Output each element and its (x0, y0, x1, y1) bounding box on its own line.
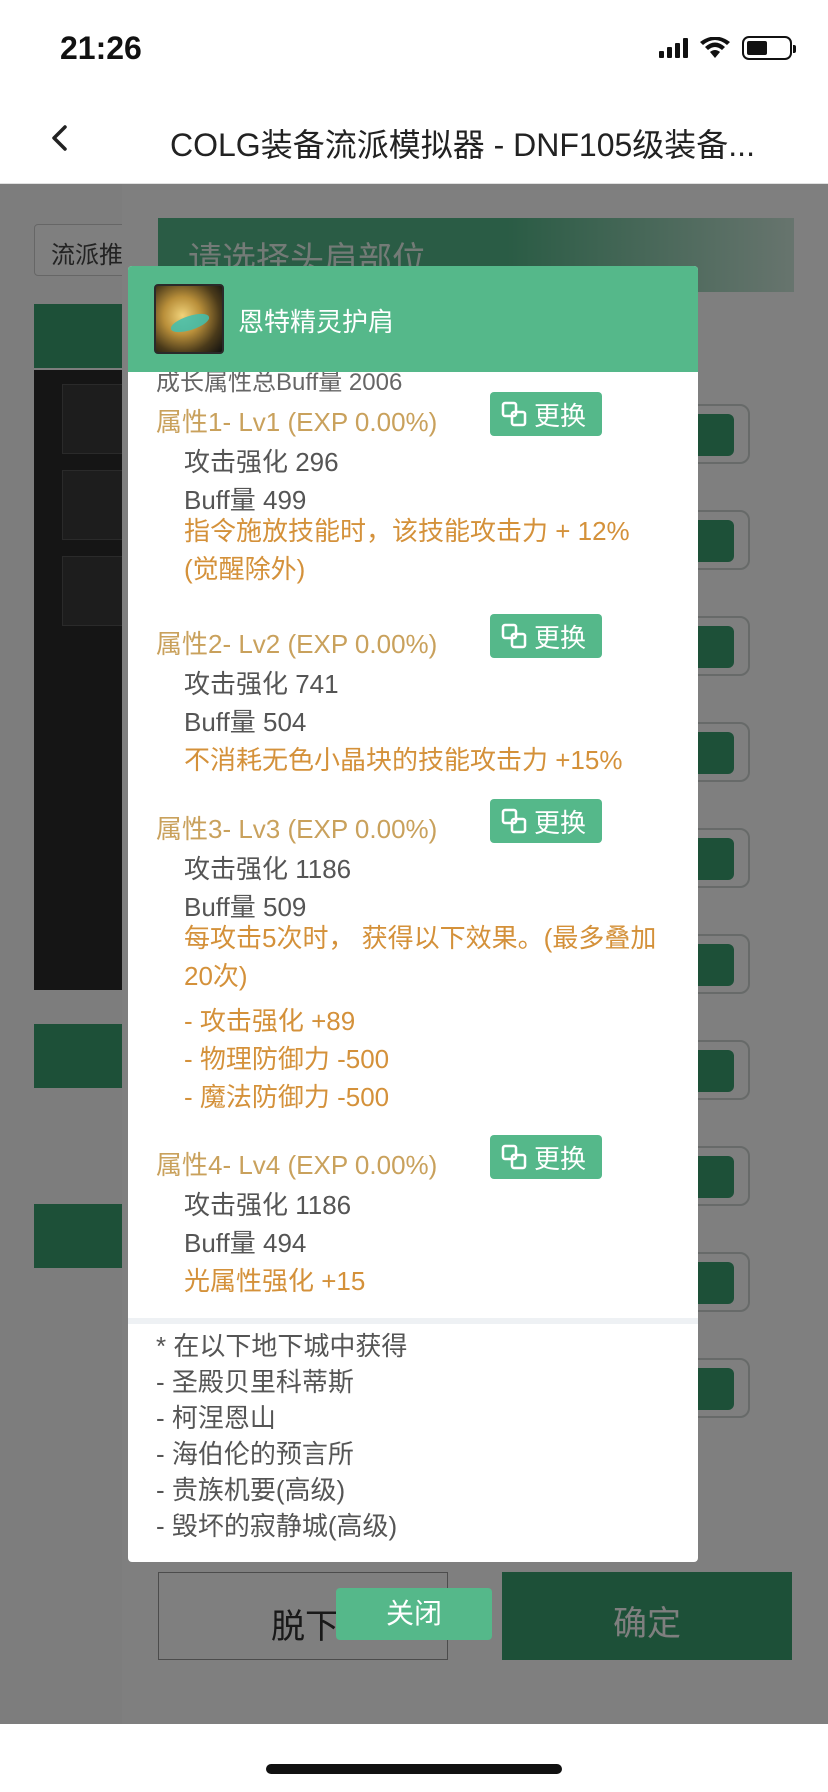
signal-icon (659, 38, 688, 58)
drop-source-list: * 在以下地下城中获得 - 圣殿贝里科蒂斯 - 柯涅恩山 - 海伯伦的预言所 -… (156, 1328, 407, 1544)
effect-detail: - 魔法防御力 -500 (184, 1082, 390, 1112)
status-icons (659, 36, 796, 60)
swap-icon (501, 401, 527, 427)
attribute-title: 属性4- Lv4 (EXP 0.00%) (156, 1150, 438, 1180)
back-button[interactable] (38, 116, 82, 160)
shoulder-armor-icon (154, 284, 224, 354)
chevron-left-icon (52, 125, 67, 151)
drop-source-title: * 在以下地下城中获得 (156, 1331, 408, 1361)
buff-amount: Buff量 504 (184, 707, 307, 737)
growth-buff-total: 成长属性总Buff量 2006 (156, 372, 403, 396)
page-title: COLG装备流派模拟器 - DNF105级装备... (170, 127, 755, 163)
attribute-effect: 光属性强化 +15 (184, 1266, 366, 1296)
effect-detail: - 攻击强化 +89 (184, 1006, 356, 1036)
attribute-effect: 每攻击5次时， 获得以下效果。(最多叠加20次) (184, 923, 657, 991)
swap-button[interactable]: 更换 (490, 392, 602, 436)
status-time: 21:26 (60, 30, 142, 66)
drop-source-item: - 柯涅恩山 (156, 1403, 276, 1433)
swap-label: 更换 (534, 1143, 587, 1174)
drop-source-item: - 毁坏的寂静城(高级) (156, 1511, 398, 1541)
modal-header: 恩特精灵护肩 (128, 266, 698, 372)
swap-button[interactable]: 更换 (490, 1135, 602, 1179)
nav-bar: COLG装备流派模拟器 - DNF105级装备... (0, 96, 828, 184)
divider (128, 1318, 698, 1324)
drop-source-item: - 贵族机要(高级) (156, 1475, 346, 1505)
wifi-icon (700, 37, 730, 58)
close-button[interactable]: 关闭 (336, 1588, 492, 1640)
attack-boost: 攻击强化 296 (184, 447, 339, 477)
swap-button[interactable]: 更换 (490, 614, 602, 658)
attribute-title: 属性1- Lv1 (EXP 0.00%) (156, 407, 438, 437)
buff-amount: Buff量 494 (184, 1228, 307, 1258)
swap-icon (501, 623, 527, 649)
effect-detail: - 物理防御力 -500 (184, 1044, 390, 1074)
attribute-title: 属性3- Lv3 (EXP 0.00%) (156, 814, 438, 844)
attack-boost: 攻击强化 1186 (184, 854, 352, 884)
status-bar: 21:26 (0, 0, 828, 96)
item-detail-modal: 恩特精灵护肩 成长属性总Buff量 2006 属性1- Lv1 (EXP 0.0… (128, 266, 698, 1562)
swap-button[interactable]: 更换 (490, 799, 602, 843)
swap-label: 更换 (534, 400, 587, 431)
item-name: 恩特精灵护肩 (238, 307, 395, 337)
swap-label: 更换 (534, 622, 587, 653)
home-indicator[interactable] (266, 1764, 562, 1774)
attack-boost: 攻击强化 741 (184, 669, 339, 699)
swap-icon (501, 808, 527, 834)
drop-source-item: - 海伯伦的预言所 (156, 1439, 354, 1469)
item-attributes[interactable]: 成长属性总Buff量 2006 属性1- Lv1 (EXP 0.00%) 更换 … (128, 372, 698, 1322)
drop-source-item: - 圣殿贝里科蒂斯 (156, 1367, 354, 1397)
swap-icon (501, 1144, 527, 1170)
attribute-effect: 指令施放技能时，该技能攻击力 + 12%(觉醒除外) (184, 516, 630, 584)
swap-label: 更换 (534, 807, 587, 838)
attack-boost: 攻击强化 1186 (184, 1190, 352, 1220)
home-indicator-area (0, 1724, 828, 1792)
attribute-title: 属性2- Lv2 (EXP 0.00%) (156, 629, 438, 659)
attribute-effect: 不消耗无色小晶块的技能攻击力 +15% (184, 745, 623, 775)
battery-icon (742, 36, 796, 60)
